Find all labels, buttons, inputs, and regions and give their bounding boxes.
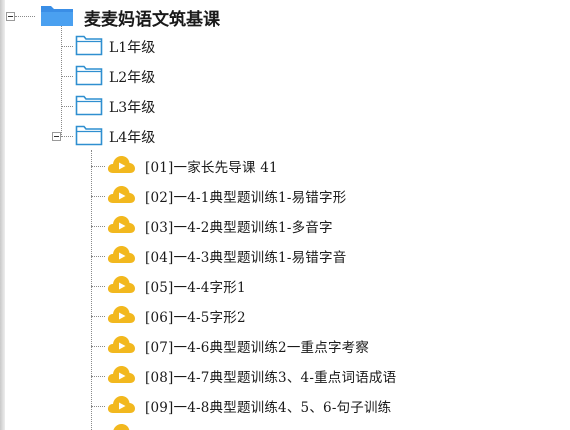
- video-cloud-icon: [106, 213, 136, 239]
- folder-outline-icon: [75, 94, 103, 120]
- collapse-toggle[interactable]: [52, 132, 61, 141]
- tree-folder-label: L3年级: [109, 100, 156, 116]
- video-cloud-icon: [106, 153, 136, 179]
- tree-folder-label: L1年级: [109, 40, 156, 56]
- tree-file-item-partial[interactable]: [106, 421, 136, 430]
- folder-outline-icon: [75, 34, 103, 60]
- tree-folder-label: L2年级: [109, 70, 156, 86]
- tree-file-item[interactable]: [02]一4-1典型题训练1-易错字形: [106, 183, 346, 209]
- tree-connector: [61, 76, 73, 77]
- folder-tree: 麦麦妈语文筑基课 L1年级 L2年级 L3年级 L4年级 [01]一家长先导课 …: [0, 0, 570, 430]
- tree-file-item[interactable]: [04]一4-3典型题训练1-易错字音: [106, 243, 346, 269]
- tree-root-folder[interactable]: 麦麦妈语文筑基课: [40, 4, 220, 30]
- video-cloud-icon: [106, 393, 136, 419]
- tree-connector: [91, 376, 105, 377]
- tree-connector: [91, 346, 105, 347]
- tree-connector: [91, 166, 105, 167]
- tree-file-item[interactable]: [08]一4-7典型题训练3、4-重点词语成语: [106, 363, 396, 389]
- video-cloud-icon: [106, 363, 136, 389]
- tree-file-item[interactable]: [07]一4-6典型题训练2一重点字考察: [106, 333, 369, 359]
- tree-file-label: [05]一4-4字形1: [145, 280, 246, 296]
- video-cloud-icon: [106, 421, 136, 430]
- folder-outline-icon: [75, 64, 103, 90]
- tree-file-label: [07]一4-6典型题训练2一重点字考察: [145, 340, 370, 356]
- tree-connector: [61, 106, 73, 107]
- tree-connector: [91, 226, 105, 227]
- tree-connector: [91, 150, 92, 430]
- tree-file-item[interactable]: [06]一4-5字形2: [106, 303, 246, 329]
- tree-file-label: [06]一4-5字形2: [145, 310, 246, 326]
- tree-file-label: [08]一4-7典型题训练3、4-重点词语成语: [145, 370, 397, 386]
- tree-file-item[interactable]: [03]一4-2典型题训练1-多音字: [106, 213, 333, 239]
- folder-icon: [40, 3, 74, 31]
- tree-connector: [61, 24, 62, 137]
- tree-connector: [91, 196, 105, 197]
- tree-folder-l1[interactable]: L1年级: [75, 34, 155, 60]
- tree-file-label: [04]一4-3典型题训练1-易错字音: [145, 250, 347, 266]
- tree-file-item[interactable]: [01]一家长先导课 41: [106, 153, 278, 179]
- tree-root-label: 麦麦妈语文筑基课: [84, 9, 220, 30]
- tree-file-label: [02]一4-1典型题训练1-易错字形: [145, 190, 347, 206]
- video-cloud-icon: [106, 333, 136, 359]
- tree-connector: [15, 16, 35, 17]
- tree-file-label: [03]一4-2典型题训练1-多音字: [145, 220, 333, 236]
- tree-file-label: [01]一家长先导课 41: [145, 160, 278, 176]
- tree-file-item[interactable]: [09]一4-8典型题训练4、5、6-句子训练: [106, 393, 391, 419]
- video-cloud-icon: [106, 243, 136, 269]
- tree-connector: [91, 256, 105, 257]
- tree-connector: [61, 136, 73, 137]
- tree-folder-l3[interactable]: L3年级: [75, 94, 155, 120]
- tree-folder-label: L4年级: [109, 130, 156, 146]
- tree-connector: [61, 46, 73, 47]
- folder-outline-icon: [75, 124, 103, 150]
- tree-file-item[interactable]: [05]一4-4字形1: [106, 273, 246, 299]
- tree-file-label: [09]一4-8典型题训练4、5、6-句子训练: [145, 400, 392, 416]
- video-cloud-icon: [106, 303, 136, 329]
- tree-connector: [91, 286, 105, 287]
- tree-connector: [91, 316, 105, 317]
- tree-connector: [91, 406, 105, 407]
- collapse-toggle[interactable]: [6, 12, 15, 21]
- tree-folder-l4[interactable]: L4年级: [75, 124, 155, 150]
- video-cloud-icon: [106, 273, 136, 299]
- tree-folder-l2[interactable]: L2年级: [75, 64, 155, 90]
- video-cloud-icon: [106, 183, 136, 209]
